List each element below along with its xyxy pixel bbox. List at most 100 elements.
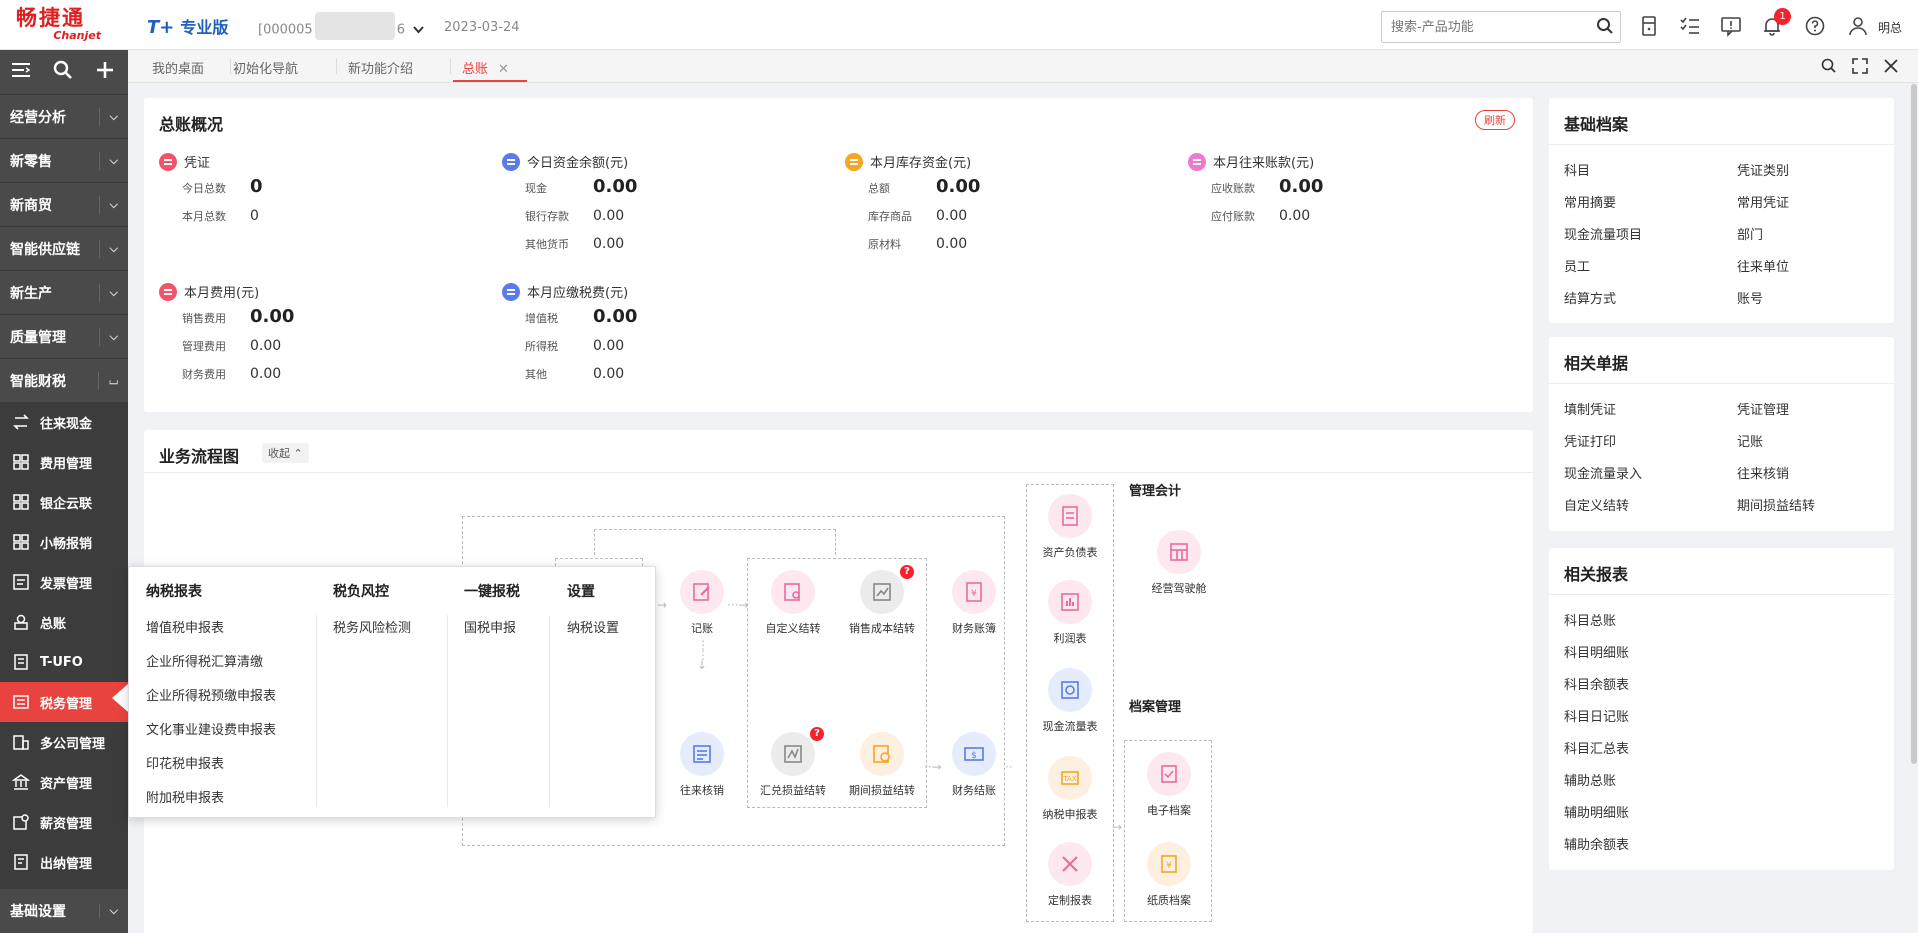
link-common-voucher[interactable]: 常用凭证 [1737,192,1789,211]
link-voucher-mgmt[interactable]: 凭证管理 [1737,399,1789,418]
link-subject[interactable]: 科目 [1564,160,1590,179]
menu-item-cit-settlement[interactable]: 企业所得税汇算清缴 [146,651,263,670]
sidebar-group-new-trade[interactable]: 新商贸 ⌵ [0,182,128,226]
menu-item-culture-fee[interactable]: 文化事业建设费申报表 [146,719,276,738]
sidebar-group-finance-tax[interactable]: 智能财税 ⌴ [0,358,128,402]
link-settlement[interactable]: 结算方式 [1564,288,1616,307]
checklist-icon[interactable] [1679,15,1701,37]
link-report[interactable]: 辅助明细账 [1564,802,1629,821]
search-input[interactable] [1382,12,1582,42]
menu-icon[interactable] [0,61,42,83]
link-report[interactable]: 科目总账 [1564,610,1616,629]
search-icon[interactable] [1596,17,1614,35]
link-reconcile[interactable]: 往来核销 [1737,463,1789,482]
metric-row-value: 0.00 [1279,208,1311,224]
menu-item-surtax[interactable]: 附加税申报表 [146,787,224,806]
calculator-icon[interactable] [1638,15,1660,37]
sidebar-item-invoice[interactable]: 发票管理 [0,562,128,602]
sidebar-item-expense[interactable]: 费用管理 [0,442,128,482]
link-cashflow-item[interactable]: 现金流量项目 [1564,224,1642,243]
node-finance-close[interactable]: $ 财务结账 [934,732,1014,798]
link-voucher-print[interactable]: 凭证打印 [1564,431,1616,450]
sidebar-item-ledger[interactable]: 总账 [0,602,128,642]
sidebar-item-current-cash[interactable]: 往来现金 [0,402,128,442]
tab-general-ledger[interactable]: 总账 ✕ [462,58,509,77]
node-custom-carryover[interactable]: 自定义结转 [753,570,833,636]
link-partner[interactable]: 往来单位 [1737,256,1789,275]
node-tax-return[interactable]: TAX 纳税申报表 [1030,756,1110,822]
close-all-icon[interactable] [1882,57,1900,75]
link-voucher-type[interactable]: 凭证类别 [1737,160,1789,179]
node-finance-books[interactable]: ¥ 财务账簿 [934,570,1014,636]
sidebar-item-bank-link[interactable]: 银企云联 [0,482,128,522]
sidebar-group-basic-settings[interactable]: 基础设置 ⌵ [0,889,128,933]
node-cashflow-statement[interactable]: 现金流量表 [1030,668,1110,734]
menu-item-risk-check[interactable]: 税务风险检测 [333,617,411,636]
sidebar-item-salary[interactable]: 薪资管理 [0,802,128,842]
user-icon[interactable] [1847,15,1869,37]
node-posting[interactable]: 记账 [662,570,742,636]
link-report[interactable]: 科目余额表 [1564,674,1629,693]
node-e-archive[interactable]: 电子档案 [1129,752,1209,818]
sidebar-group-production[interactable]: 新生产 ⌵ [0,270,128,314]
menu-item-cit-prepay[interactable]: 企业所得税预缴申报表 [146,685,276,704]
sidebar-group-new-retail[interactable]: 新零售 ⌵ [0,138,128,182]
tab-new-features[interactable]: 新功能介绍 [348,58,413,77]
menu-item-stamp-tax[interactable]: 印花税申报表 [146,753,224,772]
link-department[interactable]: 部门 [1737,224,1763,243]
account-selector[interactable]: [000005 6 [258,12,424,40]
link-report[interactable]: 科目日记账 [1564,706,1629,725]
link-report[interactable]: 科目明细账 [1564,642,1629,661]
link-account-no[interactable]: 账号 [1737,288,1763,307]
tab-my-desktop[interactable]: 我的桌面 [152,58,204,77]
link-report[interactable]: 辅助余额表 [1564,834,1629,853]
link-posting[interactable]: 记账 [1737,431,1763,450]
link-fill-voucher[interactable]: 填制凭证 [1564,399,1616,418]
node-dashboard[interactable]: 经营驾驶舱 [1129,530,1229,596]
node-reconcile[interactable]: 往来核销 [662,732,742,798]
node-sales-cost-carryover[interactable]: 销售成本结转 [842,570,922,636]
help-badge-icon[interactable]: ? [900,565,914,579]
node-pl-carryover[interactable]: 期间损益结转 [842,732,922,798]
sidebar-item-tax[interactable]: 税务管理 [0,682,128,722]
link-report[interactable]: 科目汇总表 [1564,738,1629,757]
chanjet-logo[interactable]: 畅捷通 Chanjet [16,7,111,45]
page-scrollbar[interactable] [1911,84,1917,764]
sidebar-item-reimburse[interactable]: 小畅报销 [0,522,128,562]
refresh-button[interactable]: 刷新 [1475,110,1515,130]
menu-item-tax-settings[interactable]: 纳税设置 [567,617,619,636]
node-balance-sheet[interactable]: 资产负债表 [1030,494,1110,560]
link-custom-carryover[interactable]: 自定义结转 [1564,495,1629,514]
link-cashflow-entry[interactable]: 现金流量录入 [1564,463,1642,482]
link-employee[interactable]: 员工 [1564,256,1590,275]
sidebar-search-icon[interactable] [42,60,84,84]
message-icon[interactable] [1720,15,1742,37]
sidebar-group-business-analysis[interactable]: 经营分析 ⌵ [0,94,128,138]
sidebar-group-supply-chain[interactable]: 智能供应链 ⌵ [0,226,128,270]
link-pl-carryover[interactable]: 期间损益结转 [1737,495,1815,514]
close-icon[interactable]: ✕ [498,62,509,77]
menu-item-vat-return[interactable]: 增值税申报表 [146,617,224,636]
tab-init-guide[interactable]: 初始化导航 [233,58,298,77]
user-name[interactable]: 明总 [1878,19,1902,36]
sidebar-group-quality[interactable]: 质量管理 ⌵ [0,314,128,358]
sidebar-item-tufo[interactable]: T-UFO [0,642,128,682]
plus-icon[interactable] [84,60,126,84]
help-badge-icon[interactable]: ? [810,727,824,741]
search-box[interactable] [1381,11,1621,43]
node-income-statement[interactable]: 利润表 [1030,580,1110,646]
link-common-summary[interactable]: 常用摘要 [1564,192,1616,211]
node-fx-carryover[interactable]: 汇兑损益结转 [753,732,833,798]
sidebar-item-assets[interactable]: 资产管理 [0,762,128,802]
help-icon[interactable] [1804,15,1826,37]
node-paper-archive[interactable]: ¥ 纸质档案 [1129,842,1209,908]
link-report[interactable]: 辅助总账 [1564,770,1616,789]
collapse-button[interactable]: 收起 ⌃ [262,443,309,463]
svg-text:¥: ¥ [1166,861,1172,871]
menu-item-national-tax[interactable]: 国税申报 [464,617,516,636]
sidebar-item-cashier[interactable]: 出纳管理 [0,842,128,882]
node-custom-report[interactable]: 定制报表 [1030,842,1110,908]
sidebar-item-multi-company[interactable]: 多公司管理 [0,722,128,762]
tab-search-icon[interactable] [1820,57,1838,75]
fullscreen-icon[interactable] [1851,57,1869,75]
